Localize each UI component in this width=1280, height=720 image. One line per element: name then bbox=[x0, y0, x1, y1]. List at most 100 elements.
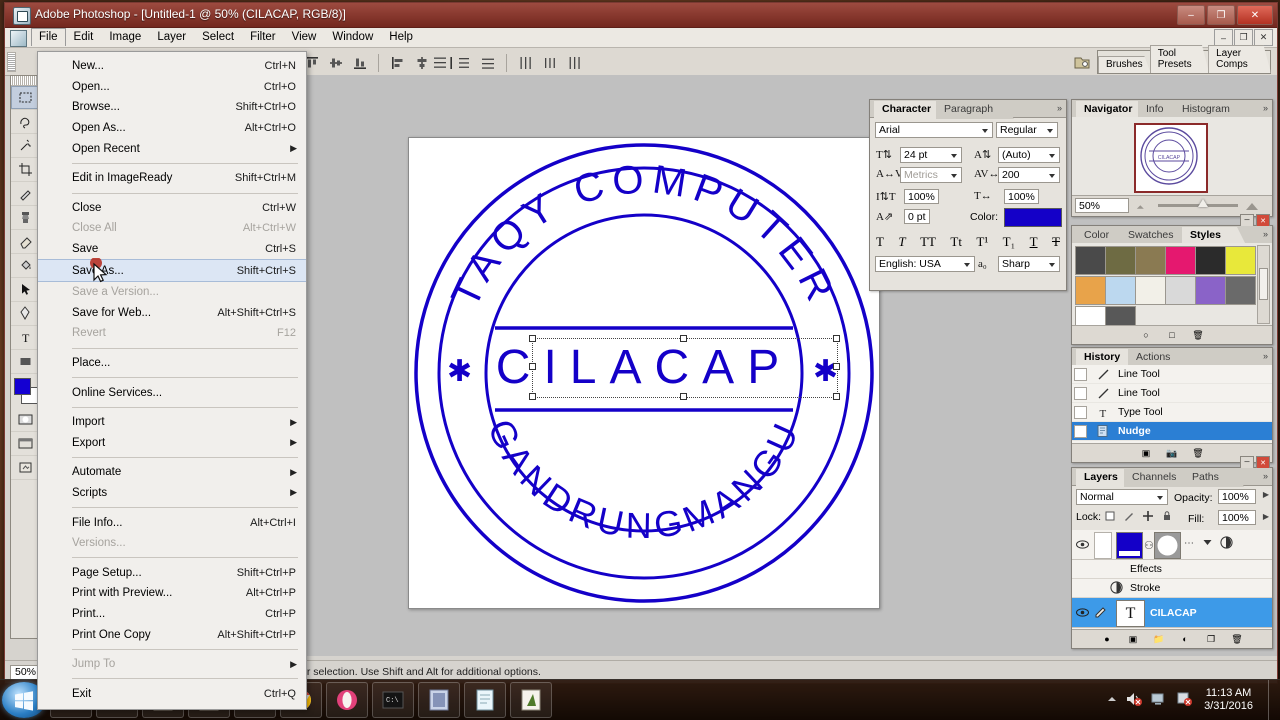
style-swatch[interactable] bbox=[1225, 276, 1256, 305]
menu-item-open-as[interactable]: Open As... Alt+Ctrl+O bbox=[38, 118, 306, 139]
tool-magic-wand[interactable] bbox=[11, 134, 39, 158]
fill-stepper-icon[interactable]: ▶ bbox=[1263, 512, 1269, 521]
jump-to-imageready[interactable] bbox=[11, 456, 39, 480]
align-vertical-centers-icon[interactable] bbox=[325, 52, 346, 73]
layer-thumbnail[interactable] bbox=[1116, 532, 1143, 559]
layer-row-text[interactable]: T CILACAP bbox=[1072, 598, 1272, 628]
new-document-from-state-icon[interactable]: ▣ bbox=[1139, 447, 1153, 460]
layer-effect-stroke[interactable]: Stroke bbox=[1072, 579, 1272, 598]
menu-item-save-for-web[interactable]: Save for Web... Alt+Shift+Ctrl+S bbox=[38, 303, 306, 324]
palette-tab-brushes[interactable]: Brushes bbox=[1098, 56, 1151, 73]
styles-scrollbar-thumb[interactable] bbox=[1259, 268, 1268, 300]
taskbar-video-editor-icon[interactable] bbox=[418, 682, 460, 718]
handle-bottom-center[interactable] bbox=[680, 393, 687, 400]
superscript-button[interactable]: T¹ bbox=[976, 234, 988, 250]
tool-lasso[interactable] bbox=[11, 110, 39, 134]
layer-vector-mask-thumbnail[interactable] bbox=[1154, 532, 1181, 559]
style-swatch[interactable] bbox=[1165, 276, 1196, 305]
tool-clone-stamp[interactable] bbox=[11, 206, 39, 230]
tray-action-center-icon[interactable] bbox=[1175, 691, 1193, 710]
navigator-panel-menu-icon[interactable]: » bbox=[1263, 103, 1268, 113]
tool-marquee[interactable] bbox=[11, 86, 39, 110]
menu-item-export[interactable]: Export ▶ bbox=[38, 433, 306, 454]
tool-type[interactable]: T bbox=[11, 326, 39, 350]
layer-row-shape[interactable]: ⚇ ⋯ bbox=[1072, 530, 1272, 560]
style-swatch[interactable] bbox=[1225, 246, 1256, 275]
maximize-button[interactable]: ❐ bbox=[1207, 5, 1235, 25]
layer-link-cell[interactable] bbox=[1094, 532, 1112, 559]
distribute-bottom-edges-icon[interactable] bbox=[477, 52, 498, 73]
quick-mask-toggle[interactable] bbox=[11, 408, 39, 432]
styles-scrollbar[interactable] bbox=[1257, 245, 1270, 324]
lock-transparent-pixels-icon[interactable] bbox=[1104, 510, 1116, 525]
palette-tab-layer-comps[interactable]: Layer Comps bbox=[1208, 45, 1271, 73]
vertical-scale-input[interactable]: 100% bbox=[904, 189, 939, 204]
menu-item-browse[interactable]: Browse... Shift+Ctrl+O bbox=[38, 97, 306, 118]
distribute-left-edges-icon[interactable] bbox=[515, 52, 536, 73]
handle-bottom-left[interactable] bbox=[529, 393, 536, 400]
leading-input[interactable]: (Auto) bbox=[998, 147, 1060, 163]
document-icon[interactable] bbox=[10, 30, 27, 47]
history-snapshot-checkbox[interactable] bbox=[1074, 368, 1087, 381]
menu-item-import[interactable]: Import ▶ bbox=[38, 412, 306, 433]
menu-help[interactable]: Help bbox=[381, 28, 421, 46]
zoom-slider-track[interactable] bbox=[1158, 199, 1238, 207]
style-swatch[interactable] bbox=[1195, 276, 1226, 305]
menu-item-place[interactable]: Place... bbox=[38, 353, 306, 374]
font-family-select[interactable]: Arial bbox=[875, 122, 993, 138]
handle-top-center[interactable] bbox=[680, 335, 687, 342]
distribute-horizontal-centers-icon[interactable] bbox=[539, 52, 560, 73]
style-swatch[interactable] bbox=[1075, 276, 1106, 305]
language-select[interactable]: English: USA bbox=[875, 256, 975, 272]
opacity-stepper-icon[interactable]: ▶ bbox=[1263, 490, 1269, 499]
delete-layer-icon[interactable]: 🗑 bbox=[1230, 633, 1244, 646]
layer-style-icon[interactable] bbox=[1220, 536, 1233, 552]
add-layer-style-icon[interactable]: ● bbox=[1100, 633, 1114, 646]
toolbox-grip[interactable] bbox=[11, 76, 39, 86]
tracking-input[interactable]: 200 bbox=[998, 167, 1060, 183]
text-layer-name[interactable]: CILACAP bbox=[1150, 607, 1197, 619]
tool-shape[interactable] bbox=[11, 350, 39, 374]
tray-expand-icon[interactable] bbox=[1106, 693, 1118, 708]
doc-close-button[interactable]: ✕ bbox=[1254, 29, 1273, 46]
align-bottom-edges-icon[interactable] bbox=[349, 52, 370, 73]
lock-image-pixels-icon[interactable] bbox=[1123, 510, 1135, 525]
handle-middle-right[interactable] bbox=[833, 363, 840, 370]
new-snapshot-icon[interactable]: 📷 bbox=[1165, 447, 1179, 460]
horizontal-scale-input[interactable]: 100% bbox=[1004, 189, 1039, 204]
taskbar-notepad-icon[interactable] bbox=[464, 682, 506, 718]
blend-mode-select[interactable]: Normal bbox=[1076, 489, 1168, 505]
history-panel-menu-icon[interactable]: » bbox=[1263, 351, 1268, 361]
menu-layer[interactable]: Layer bbox=[149, 28, 194, 46]
taskbar-photoshop-icon[interactable] bbox=[510, 682, 552, 718]
zoom-out-icon[interactable] bbox=[1134, 201, 1148, 214]
style-swatch[interactable] bbox=[1195, 246, 1226, 275]
stroke-effect-icon[interactable] bbox=[1110, 581, 1123, 597]
menu-item-file-info[interactable]: File Info... Alt+Ctrl+I bbox=[38, 512, 306, 533]
style-swatch[interactable] bbox=[1105, 306, 1136, 326]
menu-file[interactable]: File bbox=[31, 28, 66, 46]
layer-effects-toggle-icon[interactable]: ⋯ bbox=[1184, 538, 1194, 549]
menu-item-print-one-copy[interactable]: Print One Copy Alt+Shift+Ctrl+P bbox=[38, 624, 306, 645]
show-desktop-button[interactable] bbox=[1268, 680, 1278, 720]
fill-input[interactable]: 100% bbox=[1218, 510, 1256, 525]
styles-panel-menu-icon[interactable]: » bbox=[1263, 229, 1268, 239]
menu-item-save[interactable]: Save Ctrl+S bbox=[38, 239, 306, 260]
strikethrough-button[interactable]: T bbox=[1052, 234, 1060, 250]
menu-edit[interactable]: Edit bbox=[66, 28, 102, 46]
baseline-shift-input[interactable]: 0 pt bbox=[904, 209, 930, 224]
font-style-select[interactable]: Regular bbox=[996, 122, 1058, 138]
foreground-color-swatch[interactable] bbox=[14, 378, 31, 395]
tool-eraser[interactable] bbox=[11, 230, 39, 254]
history-state-row[interactable]: Line Tool bbox=[1072, 384, 1272, 403]
handle-top-left[interactable] bbox=[529, 335, 536, 342]
history-snapshot-checkbox[interactable] bbox=[1074, 387, 1087, 400]
screen-mode-toggle[interactable] bbox=[11, 432, 39, 456]
menu-item-new[interactable]: New... Ctrl+N bbox=[38, 56, 306, 77]
text-layer-visibility-icon[interactable] bbox=[1076, 607, 1089, 618]
layer-visibility-icon[interactable] bbox=[1076, 539, 1089, 550]
tray-network-icon[interactable] bbox=[1150, 691, 1168, 710]
add-layer-mask-icon[interactable]: ▣ bbox=[1126, 633, 1140, 646]
menu-item-open[interactable]: Open... Ctrl+O bbox=[38, 77, 306, 98]
menu-image[interactable]: Image bbox=[101, 28, 149, 46]
